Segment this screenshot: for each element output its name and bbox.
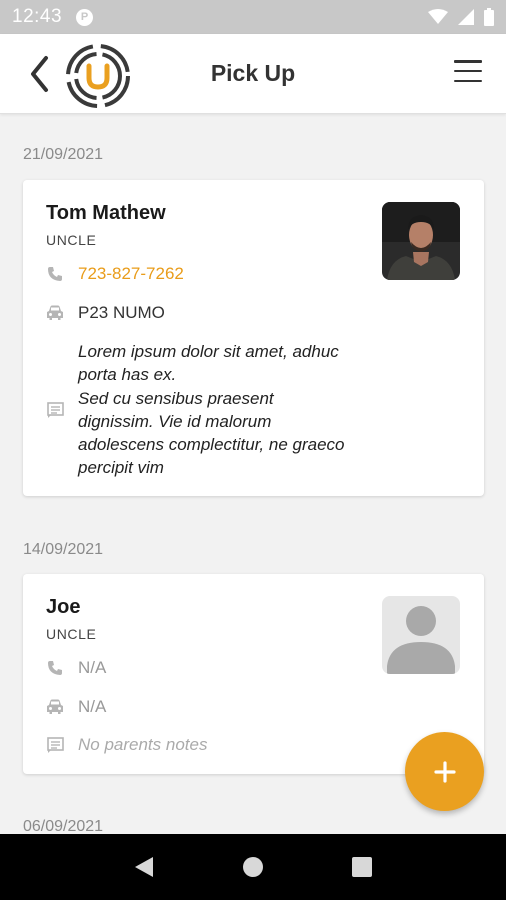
date-label: 06/09/2021: [23, 818, 104, 834]
wifi-icon: [428, 9, 448, 24]
avatar: [382, 202, 460, 280]
phone-icon: [46, 265, 64, 283]
pickup-card[interactable]: Tom Mathew UNCLE 723-827-7262 P23 NUMO L…: [23, 180, 484, 496]
nav-back-button[interactable]: [129, 852, 159, 882]
person-name: Joe: [46, 596, 81, 618]
notes-row: No parents notes: [46, 735, 207, 755]
phone-number: N/A: [78, 658, 107, 677]
circle-home-icon: [242, 857, 263, 877]
notes-icon: [46, 401, 64, 419]
status-icons: [428, 8, 494, 26]
system-nav-bar: [0, 834, 506, 900]
nav-recents-button[interactable]: [347, 852, 377, 882]
status-bar: 12:43 P: [0, 0, 506, 34]
date-label: 14/09/2021: [23, 541, 104, 558]
date-label: 21/09/2021: [23, 146, 104, 163]
menu-button[interactable]: [454, 60, 482, 82]
person-photo: [382, 202, 460, 280]
add-pickup-button[interactable]: [405, 732, 484, 811]
notes-icon: [46, 736, 64, 754]
signal-icon: [458, 9, 474, 25]
menu-bar-top: [454, 60, 482, 63]
relation-label: UNCLE: [46, 232, 97, 248]
app-bar: Pick Up: [0, 34, 506, 114]
page-title: Pick Up: [210, 60, 296, 86]
menu-bar-middle: [454, 69, 482, 73]
notes-row: Lorem ipsum dolor sit amet, adhuc porta …: [46, 340, 398, 480]
phone-number[interactable]: 723-827-7262: [78, 264, 184, 284]
pickup-list[interactable]: 21/09/2021 Tom Mathew UNCLE 723-827-7262…: [0, 114, 506, 834]
user-placeholder-icon: [382, 596, 460, 674]
person-name: Tom Mathew: [46, 202, 166, 224]
square-recents-icon: [351, 857, 372, 877]
relation-label: UNCLE: [46, 626, 97, 642]
nav-home-button[interactable]: [238, 852, 268, 882]
vehicle-row: P23 NUMO: [46, 303, 165, 323]
status-time: 12:43: [12, 6, 63, 27]
battery-icon: [484, 8, 494, 26]
vehicle-row: N/A: [46, 697, 106, 717]
car-icon: [46, 698, 64, 716]
plus-icon: [433, 760, 456, 783]
vehicle-plate: N/A: [78, 697, 107, 716]
menu-bar-bottom: [454, 79, 482, 82]
phone-row[interactable]: N/A: [46, 658, 106, 678]
notification-app-icon: P: [76, 8, 94, 26]
triangle-back-icon: [135, 857, 154, 877]
parent-notes: Lorem ipsum dolor sit amet, adhuc porta …: [78, 342, 345, 478]
notes-placeholder: No parents notes: [78, 735, 208, 754]
phone-row[interactable]: 723-827-7262: [46, 264, 184, 284]
car-icon: [46, 304, 64, 322]
vehicle-plate: P23 NUMO: [78, 303, 165, 322]
avatar-placeholder: [382, 596, 460, 674]
phone-icon: [46, 659, 64, 677]
